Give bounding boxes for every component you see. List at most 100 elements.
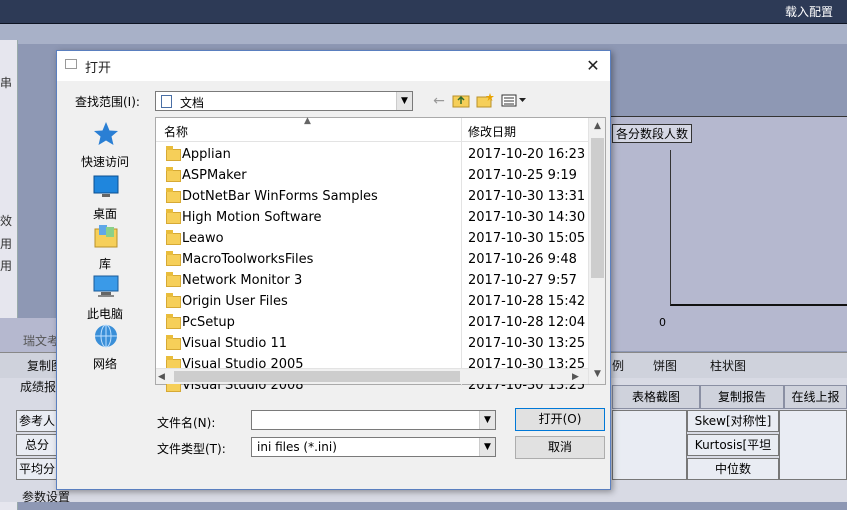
left-marker: 串	[0, 76, 13, 90]
scroll-thumb[interactable]	[591, 138, 604, 278]
file-type-value: ini files (*.ini)	[257, 440, 337, 454]
dialog-title: 打开	[85, 61, 112, 76]
chart-legend: 各分数段人数	[612, 124, 693, 143]
library-icon	[94, 225, 118, 248]
back-arrow-icon[interactable]: ←	[429, 92, 449, 110]
file-name-input[interactable]: ▼	[251, 410, 496, 430]
table-cell: 总分	[16, 434, 58, 456]
file-name: DotNetBar WinForms Samples	[182, 189, 378, 204]
file-row[interactable]: High Motion Software 2017-10-30 14:30	[156, 207, 588, 228]
place-label: 快速访问	[80, 155, 129, 169]
chart-plot	[670, 150, 847, 306]
file-type-select[interactable]: ini files (*.ini) ▼	[251, 437, 496, 457]
place-label: 桌面	[92, 207, 117, 221]
horizontal-scrollbar[interactable]: ◀ ▶	[156, 368, 588, 384]
file-date: 2017-10-25 9:19	[468, 168, 577, 183]
online-report-button[interactable]: 在线上报	[784, 385, 847, 409]
chevron-down-icon[interactable]: ▼	[479, 411, 495, 429]
file-row[interactable]: Origin User Files 2017-10-28 15:42	[156, 291, 588, 312]
table-screenshot-button[interactable]: 表格截图	[612, 385, 700, 409]
place-library[interactable]: 库	[69, 223, 141, 275]
chevron-down-icon[interactable]: ▼	[479, 438, 495, 456]
load-config-button[interactable]: 载入配置	[785, 4, 833, 20]
folder-icon	[166, 314, 181, 329]
file-name: Applian	[182, 147, 231, 162]
scroll-thumb-h[interactable]	[174, 371, 460, 382]
folder-icon	[166, 272, 181, 287]
file-name: Network Monitor 3	[182, 273, 303, 288]
sort-ascending-icon: ▲	[304, 116, 311, 126]
table-cell: 参考人	[16, 410, 58, 432]
file-row[interactable]: Network Monitor 3 2017-10-27 9:57	[156, 270, 588, 291]
file-list[interactable]: ▲ 名称 修改日期 Applian 2017-10-20 16:23 ASPMake…	[155, 116, 606, 393]
column-name[interactable]: 名称	[164, 123, 188, 140]
file-name: ASPMaker	[182, 168, 247, 183]
file-row[interactable]: ASPMaker 2017-10-25 9:19	[156, 165, 588, 186]
app-title-bar: 载入配置	[0, 0, 847, 24]
file-date: 2017-10-20 16:23	[468, 147, 586, 162]
scroll-left-icon[interactable]: ◀	[158, 369, 165, 385]
scroll-up-icon[interactable]: ▲	[589, 118, 606, 134]
file-row[interactable]: MacroToolworksFiles 2017-10-26 9:48	[156, 249, 588, 270]
column-modified[interactable]: 修改日期	[468, 123, 516, 140]
new-folder-icon[interactable]	[475, 92, 495, 110]
file-row[interactable]: PcSetup 2017-10-28 12:04	[156, 312, 588, 333]
place-quick-access[interactable]: 快速访问	[69, 121, 141, 173]
file-date: 2017-10-27 9:57	[468, 273, 577, 288]
chart-axis-zero: 0	[659, 316, 666, 329]
place-label: 网络	[92, 357, 117, 371]
folder-icon	[166, 251, 181, 266]
look-in-label: 查找范围(I):	[75, 95, 140, 109]
params-label: 参数设置	[22, 490, 71, 504]
look-in-combo[interactable]: 文档 ▼	[155, 91, 413, 111]
column-header: ▲ 名称 修改日期	[156, 116, 588, 386]
file-name: Origin User Files	[182, 294, 288, 309]
cancel-button[interactable]: 取消	[515, 436, 605, 459]
report-section-title: 成绩报	[20, 380, 57, 394]
left-marker: 用	[0, 237, 13, 251]
table-cell: Kurtosis[平坦性]	[687, 434, 779, 472]
file-date: 2017-10-28 12:04	[468, 315, 586, 330]
file-row[interactable]: DotNetBar WinForms Samples 2017-10-30 13:…	[156, 186, 588, 207]
file-date: 2017-10-30 15:05	[468, 231, 586, 246]
file-type-label: 文件类型(T):	[157, 442, 226, 456]
folder-icon	[166, 146, 181, 161]
bar-chart-button[interactable]: 柱状图	[710, 357, 746, 374]
open-file-dialog: 打开 ✕ 查找范围(I): 文档 ▼ ← 快速访问 桌面 库 此电脑 网络 ▲ …	[56, 50, 611, 490]
table-cell: 中位数	[687, 458, 779, 480]
close-button[interactable]: ✕	[582, 55, 604, 77]
copy-report-button[interactable]: 复制报告	[700, 385, 784, 409]
file-name: High Motion Software	[182, 210, 322, 225]
file-row[interactable]: Visual Studio 11 2017-10-30 13:25	[156, 333, 588, 354]
place-this-pc[interactable]: 此电脑	[69, 273, 141, 325]
scroll-down-icon[interactable]: ▼	[589, 366, 606, 382]
table-cell: Skew[对称性]	[687, 410, 779, 432]
place-desktop[interactable]: 桌面	[69, 173, 141, 225]
file-name-label: 文件名(N):	[157, 416, 216, 430]
file-name: Visual Studio 11	[182, 336, 288, 351]
footer-text: 瑞文考	[23, 334, 60, 348]
vertical-scrollbar[interactable]: ▲ ▼	[588, 118, 605, 384]
folder-icon	[166, 167, 181, 182]
table-blank	[612, 410, 687, 480]
file-row[interactable]: Leawo 2017-10-30 15:05	[156, 228, 588, 249]
folder-icon	[166, 188, 181, 203]
place-label: 此电脑	[86, 307, 123, 321]
legend-button[interactable]: 例	[612, 357, 624, 374]
computer-icon	[93, 275, 119, 297]
chevron-down-icon[interactable]: ▼	[396, 92, 412, 110]
places-bar: 快速访问 桌面 库 此电脑 网络	[69, 117, 141, 387]
file-date: 2017-10-30 13:25	[468, 336, 586, 351]
look-in-value: 文档	[180, 96, 205, 110]
up-folder-icon[interactable]	[451, 92, 471, 110]
pie-chart-button[interactable]: 饼图	[653, 357, 677, 374]
scroll-right-icon[interactable]: ▶	[572, 369, 579, 385]
file-date: 2017-10-28 15:42	[468, 294, 586, 309]
file-name: Leawo	[182, 231, 224, 246]
file-row[interactable]: Applian 2017-10-20 16:23	[156, 144, 588, 165]
folder-icon	[166, 209, 181, 224]
view-menu-icon[interactable]	[499, 92, 529, 110]
open-button[interactable]: 打开(O)	[515, 408, 605, 431]
table-cell: 平均分	[16, 458, 58, 480]
place-network[interactable]: 网络	[69, 323, 141, 375]
